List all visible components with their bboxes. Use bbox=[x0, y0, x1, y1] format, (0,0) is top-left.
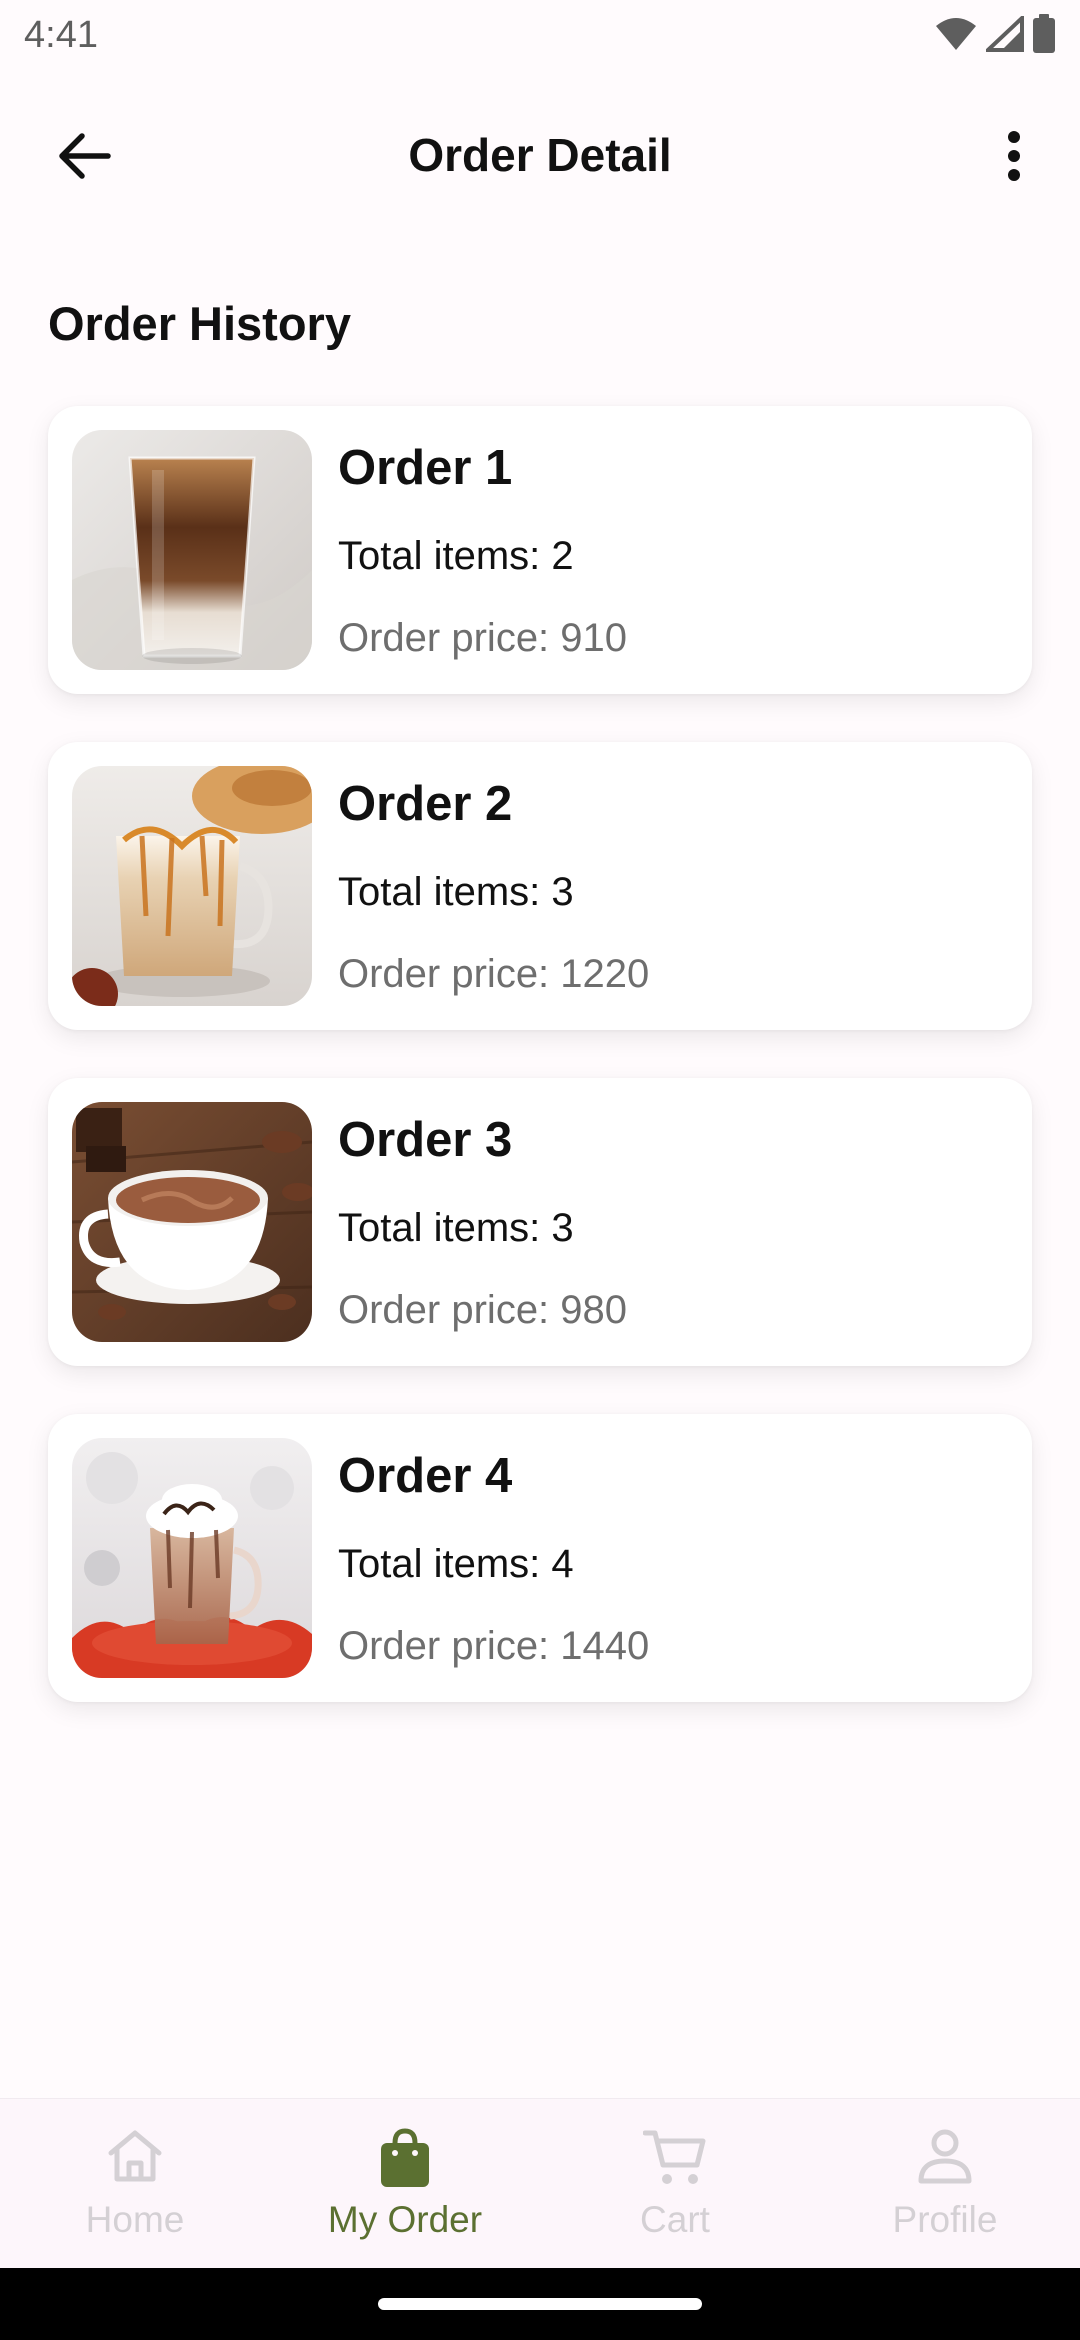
battery-icon bbox=[1032, 13, 1056, 59]
cart-icon bbox=[642, 2127, 707, 2192]
order-list: Order 1 Total items: 2 Order price: 910 bbox=[48, 406, 1032, 1750]
order-price: Order price: 1440 bbox=[338, 1624, 650, 1668]
order-name: Order 2 bbox=[338, 777, 513, 831]
caramel-latte-image bbox=[72, 766, 312, 1006]
nav-item-home[interactable]: Home bbox=[0, 2099, 270, 2269]
order-total-items: Total items: 3 bbox=[338, 1206, 574, 1250]
status-icons bbox=[934, 12, 1056, 59]
iced-latte-image bbox=[72, 430, 312, 670]
order-card[interactable]: Order 2 Total items: 3 Order price: 1220 bbox=[48, 742, 1032, 1030]
signal-icon bbox=[982, 12, 1024, 57]
order-name: Order 3 bbox=[338, 1113, 513, 1167]
wifi-icon bbox=[934, 16, 978, 57]
nav-label: Cart bbox=[640, 2199, 710, 2240]
nav-label: Home bbox=[85, 2199, 185, 2240]
order-price: Order price: 980 bbox=[338, 1288, 628, 1332]
nav-item-cart[interactable]: Cart bbox=[540, 2099, 810, 2269]
more-options-button[interactable] bbox=[978, 122, 1050, 194]
hot-chocolate-image bbox=[72, 1102, 312, 1342]
home-icon bbox=[105, 2127, 165, 2188]
gesture-bar bbox=[0, 2268, 1080, 2340]
mocha-whipped-image bbox=[72, 1438, 312, 1678]
order-card[interactable]: Order 4 Total items: 4 Order price: 1440 bbox=[48, 1414, 1032, 1702]
order-price: Order price: 1220 bbox=[338, 952, 650, 996]
gesture-handle[interactable] bbox=[378, 2298, 702, 2310]
order-card[interactable]: Order 3 Total items: 3 Order price: 980 bbox=[48, 1078, 1032, 1366]
more-vert-icon bbox=[1006, 130, 1022, 187]
status-bar: 4:41 bbox=[0, 0, 1080, 72]
order-total-items: Total items: 3 bbox=[338, 870, 574, 914]
order-card[interactable]: Order 1 Total items: 2 Order price: 910 bbox=[48, 406, 1032, 694]
nav-item-my-order[interactable]: My Order bbox=[270, 2099, 540, 2269]
status-time: 4:41 bbox=[24, 14, 98, 56]
profile-icon bbox=[917, 2127, 973, 2190]
order-total-items: Total items: 2 bbox=[338, 534, 574, 578]
app-bar: Order Detail bbox=[0, 100, 1080, 212]
order-price: Order price: 910 bbox=[338, 616, 628, 660]
section-title: Order History bbox=[48, 297, 351, 350]
nav-label: My Order bbox=[327, 2199, 483, 2240]
shopping-bag-icon bbox=[377, 2127, 433, 2194]
bottom-navigation: Home My Order Cart Profile bbox=[0, 2098, 1080, 2269]
nav-label: Profile bbox=[892, 2199, 998, 2240]
nav-item-profile[interactable]: Profile bbox=[810, 2099, 1080, 2269]
order-name: Order 1 bbox=[338, 441, 513, 495]
page-title: Order Detail bbox=[408, 129, 672, 181]
order-name: Order 4 bbox=[338, 1449, 513, 1503]
order-total-items: Total items: 4 bbox=[338, 1542, 574, 1586]
